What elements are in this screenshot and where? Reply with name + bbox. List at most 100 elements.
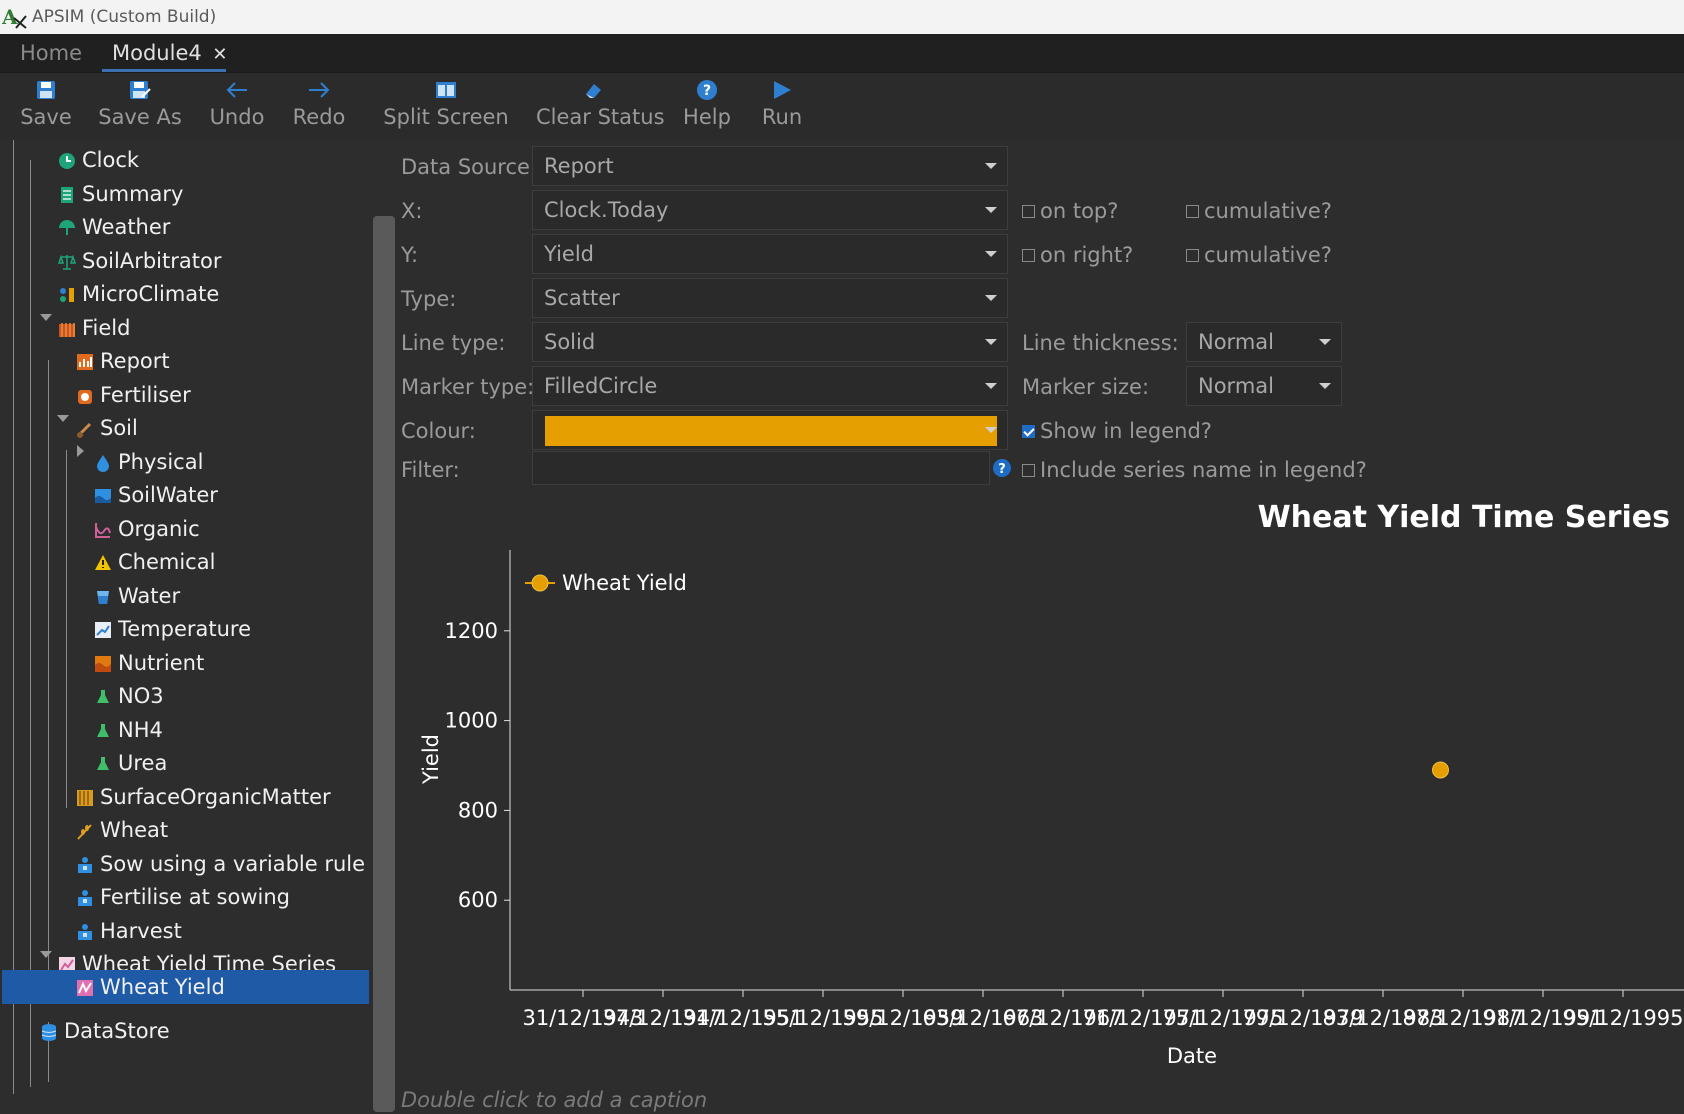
tree-node-soil[interactable]: Soil	[76, 412, 138, 444]
x-cumulative-checkbox[interactable]: cumulative?	[1186, 199, 1332, 223]
redo-button[interactable]: Redo	[290, 75, 348, 129]
temperature-icon	[94, 620, 112, 638]
tree-node-harvest[interactable]: Harvest	[76, 915, 182, 947]
tree-node-urea[interactable]: Urea	[94, 747, 167, 779]
wheat-icon	[76, 821, 94, 840]
tab-home[interactable]: Home	[20, 41, 82, 65]
tree-node-surfaceorganicmatter[interactable]: SurfaceOrganicMatter	[76, 781, 331, 813]
tree-node-label: Fertilise at sowing	[100, 885, 290, 909]
line-type-dropdown[interactable]: Solid	[532, 322, 1008, 362]
tree-node-clock[interactable]: Clock	[58, 144, 139, 176]
physical-icon	[94, 453, 112, 472]
chevron-down-icon	[985, 207, 997, 213]
collapse-soil-icon[interactable]	[57, 415, 69, 422]
tree-node-organic[interactable]: Organic	[94, 513, 200, 545]
tree-node-label: Water	[118, 584, 181, 608]
chemical-icon	[94, 553, 112, 571]
tree-node-nutrient[interactable]: Nutrient	[94, 647, 204, 679]
tree-node-report[interactable]: Report	[76, 345, 170, 377]
line-type-label: Line type:	[401, 331, 506, 355]
tree-node-label: Soil	[100, 416, 138, 440]
tree-node-soilwater[interactable]: SoilWater	[94, 479, 218, 511]
tree-node-fertiliser[interactable]: Fertiliser	[76, 379, 191, 411]
type-dropdown[interactable]: Scatter	[532, 278, 1008, 318]
tree-node-label: Fertiliser	[100, 383, 191, 407]
y-cumulative-checkbox[interactable]: cumulative?	[1186, 243, 1332, 267]
tree-node-wheat[interactable]: Wheat	[76, 814, 168, 846]
manager-icon	[76, 855, 94, 873]
summary-icon	[58, 185, 76, 203]
include-series-name-label: Include series name in legend?	[1040, 458, 1367, 482]
tree-node-label: SurfaceOrganicMatter	[100, 785, 331, 809]
clock-icon	[58, 151, 76, 169]
x-cumulative-label: cumulative?	[1204, 199, 1332, 223]
tree-node-chemical[interactable]: Chemical	[94, 546, 215, 578]
marker-size-value: Normal	[1198, 374, 1274, 398]
undo-button[interactable]: Undo	[206, 75, 268, 129]
expand-physical-icon[interactable]	[77, 445, 84, 457]
tree-node-fertilise-sowing[interactable]: Fertilise at sowing	[76, 881, 290, 913]
y-on-right-checkbox[interactable]: on right?	[1022, 243, 1133, 267]
save-as-icon	[130, 81, 151, 99]
data-source-dropdown[interactable]: Report	[532, 146, 1008, 186]
marker-type-value: FilledCircle	[544, 374, 658, 398]
help-button[interactable]: ? Help	[682, 75, 732, 129]
tree-node-label: Weather	[82, 215, 171, 239]
save-button[interactable]: Save	[18, 75, 74, 129]
tree-node-physical[interactable]: Physical	[94, 446, 203, 478]
marker-size-dropdown[interactable]: Normal	[1186, 366, 1342, 406]
chart-plot[interactable]: 6008001000120031/12/194337/12/194731/12/…	[400, 540, 1684, 1080]
tree-node-summary[interactable]: Summary	[58, 178, 183, 210]
x-axis-label: Date	[1167, 1044, 1217, 1068]
show-in-legend-checkbox[interactable]: Show in legend?	[1022, 419, 1212, 443]
filter-help-icon[interactable]: ?	[992, 458, 1012, 478]
chevron-down-icon	[1319, 383, 1331, 389]
y-dropdown[interactable]: Yield	[532, 234, 1008, 274]
report-icon	[76, 352, 94, 370]
panel-splitter[interactable]	[373, 216, 395, 1112]
tree-node-label: Clock	[82, 148, 140, 172]
tree-node-temperature[interactable]: Temperature	[94, 613, 251, 645]
tree-node-nh4[interactable]: NH4	[94, 714, 163, 746]
solute-icon	[94, 721, 112, 739]
marker-type-dropdown[interactable]: FilledCircle	[532, 366, 1008, 406]
tree-node-wheat-yield[interactable]: Wheat Yield	[2, 970, 369, 1004]
tree-node-soilarbitrator[interactable]: SoilArbitrator	[57, 245, 222, 277]
chevron-down-icon	[985, 251, 997, 257]
scales-icon	[57, 252, 77, 270]
filter-input[interactable]	[532, 451, 990, 485]
colour-dropdown[interactable]	[532, 410, 1008, 450]
tree-node-datastore[interactable]: DataStore	[40, 1015, 170, 1047]
save-as-button[interactable]: Save As	[98, 75, 182, 129]
checkbox-box-checked	[1022, 424, 1035, 438]
run-button[interactable]: Run	[760, 75, 804, 129]
line-thickness-dropdown[interactable]: Normal	[1186, 322, 1342, 362]
close-tab-icon[interactable]: ✕	[212, 44, 227, 65]
tree-node-water[interactable]: Water	[94, 580, 180, 612]
tree-node-label: Physical	[118, 450, 204, 474]
colour-label: Colour:	[401, 419, 476, 443]
tree-node-sow-rule[interactable]: Sow using a variable rule	[76, 848, 365, 880]
split-screen-button[interactable]: Split Screen	[375, 75, 517, 129]
tree-node-weather[interactable]: Weather	[58, 211, 170, 243]
include-series-name-checkbox[interactable]: Include series name in legend?	[1022, 458, 1367, 482]
tree-guide-line	[13, 140, 14, 1094]
clear-status-button[interactable]: Clear Status	[536, 75, 665, 129]
x-dropdown[interactable]: Clock.Today	[532, 190, 1008, 230]
checkbox-box	[1186, 248, 1199, 262]
chart-title: Wheat Yield Time Series	[1257, 500, 1670, 535]
tree-node-label: SoilArbitrator	[82, 249, 222, 273]
undo-button-label: Undo	[209, 105, 265, 129]
chart-caption[interactable]: Double click to add a caption	[401, 1088, 707, 1112]
save-icon	[37, 81, 55, 99]
tree-node-field[interactable]: Field	[58, 312, 130, 344]
organic-icon	[94, 520, 112, 538]
legend-label: Wheat Yield	[562, 571, 687, 595]
y-on-right-label: on right?	[1040, 243, 1134, 267]
collapse-field-icon[interactable]	[40, 314, 52, 321]
tree-node-microclimate[interactable]: MicroClimate	[58, 278, 219, 310]
tab-module4[interactable]: Module4 ✕	[112, 41, 228, 65]
x-on-top-checkbox[interactable]: on top?	[1022, 199, 1118, 223]
tree-node-no3[interactable]: NO3	[94, 680, 164, 712]
collapse-graph-icon[interactable]	[40, 951, 52, 958]
